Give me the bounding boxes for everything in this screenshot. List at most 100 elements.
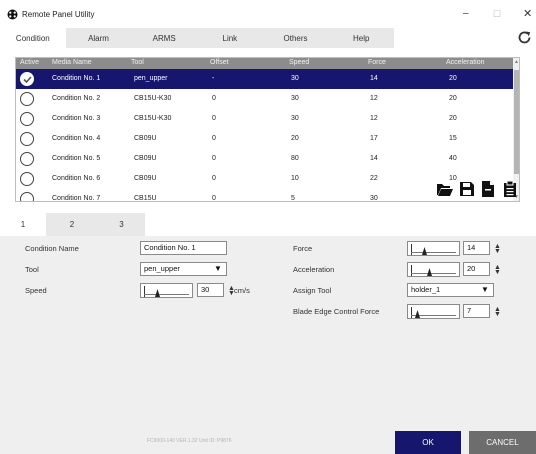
slider-thumb[interactable] xyxy=(415,310,420,318)
tab-others[interactable]: Others xyxy=(262,28,329,48)
close-button[interactable]: ✕ xyxy=(523,8,532,20)
table-row[interactable]: Condition No. 5 CB09U 0 80 14 40 xyxy=(16,149,513,169)
column-header-speed: Speed xyxy=(289,59,310,66)
cell-speed: 80 xyxy=(291,155,299,162)
cell-acceleration: 20 xyxy=(449,75,457,82)
acceleration-label: Acceleration xyxy=(293,265,335,274)
maximize-button[interactable]: ☐ xyxy=(493,8,501,20)
tab-alarm[interactable]: Alarm xyxy=(65,28,132,48)
assign-tool-label: Assign Tool xyxy=(293,286,332,295)
tab-label: Others xyxy=(283,33,308,43)
tab-arms[interactable]: ARMS xyxy=(131,28,198,48)
cell-force: 14 xyxy=(370,75,378,82)
subtab-label: 2 xyxy=(69,220,75,229)
condition-name-label: Condition Name xyxy=(25,244,79,253)
cell-speed: 10 xyxy=(291,175,299,182)
cell-speed: 30 xyxy=(291,75,299,82)
slider-thumb[interactable] xyxy=(427,268,432,276)
tab-label: ARMS xyxy=(152,33,176,43)
ok-button[interactable]: OK xyxy=(395,431,461,454)
slider-tick xyxy=(411,307,412,318)
open-folder-icon[interactable] xyxy=(436,180,454,198)
scrollbar-thumb[interactable] xyxy=(514,70,519,174)
refresh-icon[interactable] xyxy=(516,29,533,46)
table-header: Active Media Name Tool Offset Speed Forc… xyxy=(16,58,513,69)
assign-tool-value: holder_1 xyxy=(411,285,441,294)
chevron-down-icon[interactable]: ▼ xyxy=(481,285,489,294)
window-title: Remote Panel Utility xyxy=(22,10,95,19)
cell-offset: 0 xyxy=(212,115,216,122)
remote-panel-app-icon xyxy=(7,9,18,20)
cell-media-name: Condition No. 6 xyxy=(52,175,101,182)
subtab-2[interactable]: 2 xyxy=(46,213,98,236)
tab-label: Alarm xyxy=(88,33,109,43)
cell-force: 22 xyxy=(370,175,378,182)
blade-edge-spinner-icon[interactable]: ▲ ▼ xyxy=(494,306,501,318)
cell-acceleration: 20 xyxy=(449,115,457,122)
version-info: FC9000-140 VER.1.32 Unit ID: P9876 xyxy=(147,438,232,444)
tab-label: Condition xyxy=(15,33,50,43)
subtab-3[interactable]: 3 xyxy=(98,213,145,236)
cell-media-name: Condition No. 4 xyxy=(52,135,101,142)
column-header-force: Force xyxy=(368,59,386,66)
table-row[interactable]: Condition No. 3 CB15U-K30 0 30 12 20 xyxy=(16,109,513,129)
column-header-offset: Offset xyxy=(210,59,229,66)
cell-tool: CB15U-K30 xyxy=(134,95,172,102)
active-radio[interactable] xyxy=(20,192,34,201)
clipboard-icon[interactable] xyxy=(501,180,519,198)
chevron-down-icon[interactable]: ▼ xyxy=(214,264,222,273)
slider-tick xyxy=(144,286,145,297)
slider-thumb[interactable] xyxy=(422,247,427,255)
active-radio[interactable] xyxy=(20,132,34,146)
export-file-icon[interactable] xyxy=(479,180,497,198)
cancel-button-label: CANCEL xyxy=(486,438,519,447)
cell-tool: CB15U-K30 xyxy=(134,115,172,122)
cell-force: 30 xyxy=(370,195,378,202)
scroll-up-arrow-icon[interactable]: ▲ xyxy=(514,59,519,65)
force-spinner-icon[interactable]: ▲ ▼ xyxy=(494,243,501,255)
condition-name-field[interactable]: Condition No. 1 xyxy=(140,241,227,255)
subtab-label: 3 xyxy=(119,220,124,229)
cell-media-name: Condition No. 2 xyxy=(52,95,101,102)
table-row[interactable]: Condition No. 4 CB09U 0 20 17 15 xyxy=(16,129,513,149)
cell-speed: 30 xyxy=(291,115,299,122)
blade-edge-field[interactable]: 7 xyxy=(463,304,490,318)
table-row[interactable]: Condition No. 2 CB15U-K30 0 30 12 20 xyxy=(16,89,513,109)
tool-label: Tool xyxy=(25,265,39,274)
speed-slider[interactable] xyxy=(140,283,193,298)
tab-help[interactable]: Help xyxy=(328,28,395,48)
force-field[interactable]: 14 xyxy=(463,241,490,255)
cell-offset: 0 xyxy=(212,135,216,142)
active-radio[interactable] xyxy=(20,92,34,106)
subtab-1[interactable]: 1 xyxy=(0,213,46,236)
blade-edge-slider[interactable] xyxy=(407,304,460,319)
save-icon[interactable] xyxy=(458,180,476,198)
table-row[interactable]: Condition No. 1 pen_upper - 30 14 20 xyxy=(16,69,513,89)
force-slider[interactable] xyxy=(407,241,460,256)
active-radio[interactable] xyxy=(20,112,34,126)
cell-force: 17 xyxy=(370,135,378,142)
tab-label: Help xyxy=(352,33,370,43)
acceleration-field[interactable]: 20 xyxy=(463,262,490,276)
speed-field[interactable]: 30 xyxy=(197,283,224,297)
cell-force: 14 xyxy=(370,155,378,162)
cell-speed: 5 xyxy=(291,195,295,202)
cell-tool: pen_upper xyxy=(134,75,168,82)
slider-track xyxy=(411,252,456,253)
active-radio[interactable] xyxy=(20,172,34,186)
tab-condition[interactable]: Condition xyxy=(0,28,66,48)
main-tab-bar: Condition Alarm ARMS Link Others Help xyxy=(0,28,395,48)
tool-dropdown-value: pen_upper xyxy=(144,264,180,273)
acceleration-slider[interactable] xyxy=(407,262,460,277)
acceleration-spinner-icon[interactable]: ▲ ▼ xyxy=(494,264,501,276)
slider-thumb[interactable] xyxy=(155,289,160,297)
tab-link[interactable]: Link xyxy=(197,28,263,48)
cancel-button[interactable]: CANCEL xyxy=(469,431,536,454)
cell-speed: 30 xyxy=(291,95,299,102)
active-radio[interactable] xyxy=(20,72,34,86)
minimize-button[interactable]: – xyxy=(463,8,469,20)
subtab-label: 1 xyxy=(20,220,26,229)
active-radio[interactable] xyxy=(20,152,34,166)
cell-force: 12 xyxy=(370,95,378,102)
title-bar: Remote Panel Utility – ☐ ✕ xyxy=(0,0,536,28)
